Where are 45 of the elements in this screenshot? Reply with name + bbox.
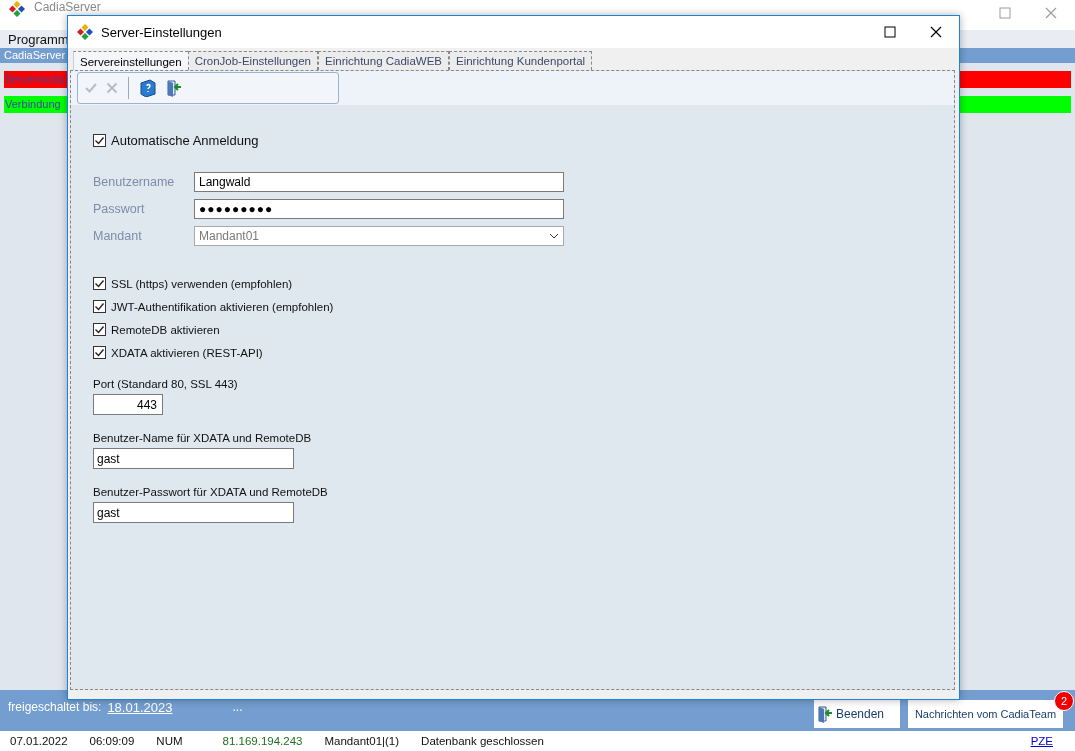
status-text: 06:09:09 xyxy=(89,735,135,747)
window-title: CadiaServer xyxy=(34,1,102,14)
door-icon xyxy=(816,705,834,723)
status-text: Datenbank geschlossen xyxy=(421,735,544,747)
checkbox-label: XDATA aktivieren (REST-API) xyxy=(111,346,263,359)
field-label: Passwort xyxy=(93,202,146,216)
field-label: Mandant xyxy=(93,229,143,243)
checkbox[interactable] xyxy=(93,134,106,147)
logo-icon xyxy=(77,24,93,40)
field-label: Benutzername xyxy=(93,175,176,189)
input-field[interactable]: Langwald xyxy=(194,172,564,192)
field-label: Benutzer-Name für XDATA und RemoteDB xyxy=(93,432,313,444)
checkbox[interactable] xyxy=(93,346,106,359)
tab[interactable]: CronJob-Einstellungen xyxy=(187,51,318,70)
tab[interactable]: Einrichtung CadiaWEB xyxy=(318,51,449,70)
menu-item[interactable]: Programm xyxy=(8,31,69,47)
input-field[interactable]: gast xyxy=(93,448,294,469)
status-text: 07.01.2022 xyxy=(10,735,68,747)
notification-badge: 2 xyxy=(1054,691,1074,711)
logo-icon xyxy=(9,1,25,17)
status-text: NUM xyxy=(156,735,183,747)
exit-button[interactable]: Beenden xyxy=(814,700,900,728)
close-icon[interactable] xyxy=(930,26,942,38)
checkbox-label: Automatische Anmeldung xyxy=(111,133,259,148)
tab[interactable]: Einrichtung Kundenportal xyxy=(449,51,593,70)
help-book-icon[interactable] xyxy=(139,79,157,97)
dialog-title: Server-Einstellungen xyxy=(101,24,223,40)
checkbox-label: SSL (https) verwenden (empfohlen) xyxy=(111,277,293,290)
field-label: Port (Standard 80, SSL 443) xyxy=(93,378,239,390)
tab[interactable]: Servereinstellungen xyxy=(73,51,188,71)
checkbox[interactable] xyxy=(93,300,106,313)
field-label: Benutzer-Passwort für XDATA und RemoteDB xyxy=(93,486,329,498)
maximize-icon[interactable] xyxy=(884,26,896,38)
license-label: freigeschaltet bis: xyxy=(8,700,102,714)
checkbox[interactable] xyxy=(93,277,106,290)
input-field[interactable]: 443 xyxy=(93,394,163,415)
status-link[interactable]: PZE xyxy=(1030,735,1053,747)
input-field[interactable]: gast xyxy=(93,502,294,523)
checkbox-label: RemoteDB aktivieren xyxy=(111,323,220,336)
status-text: Mandant01|(1) xyxy=(324,735,400,747)
ip-address: 81.169.194.243 xyxy=(222,735,303,747)
checkbox-label: JWT-Authentifikation aktivieren (empfohlen) xyxy=(111,300,334,313)
password-field[interactable]: ●●●●●●●●● xyxy=(194,199,564,219)
door-icon[interactable] xyxy=(165,79,183,97)
checkbox[interactable] xyxy=(93,323,106,336)
